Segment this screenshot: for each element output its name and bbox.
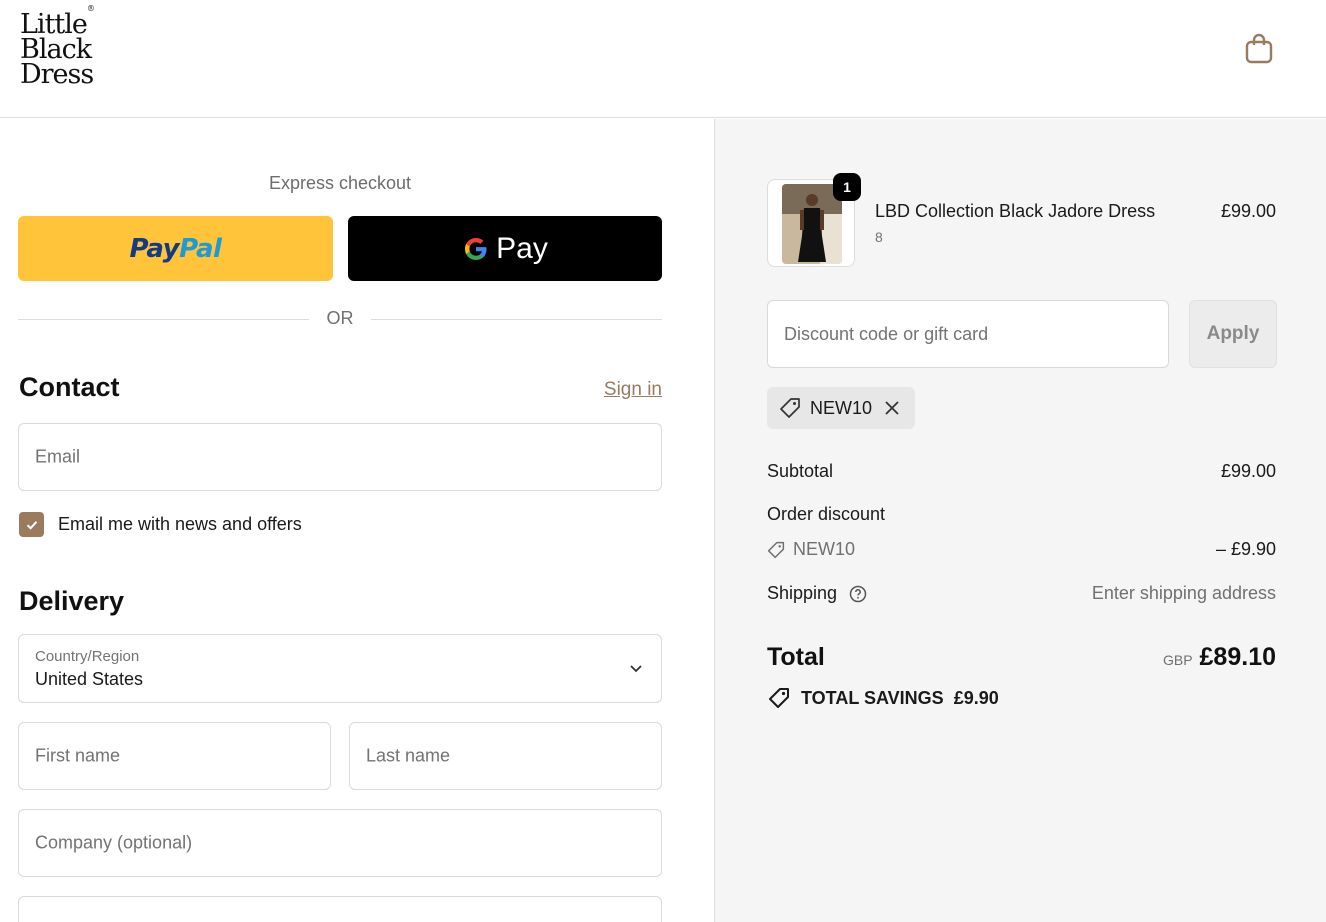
address-field[interactable] <box>18 896 662 922</box>
applied-discount-chip: NEW10 <box>767 387 915 429</box>
divider-line-right <box>371 319 662 320</box>
country-select[interactable]: Country/Region United States <box>18 634 662 703</box>
email-field[interactable]: Email <box>18 423 662 491</box>
discount-code-field[interactable]: Discount code or gift card <box>767 300 1169 368</box>
google-pay-label: Pay <box>496 231 548 265</box>
help-icon[interactable] <box>849 585 867 603</box>
paypal-button[interactable]: PayPal <box>18 216 333 281</box>
contact-heading: Contact <box>19 372 120 402</box>
delivery-heading: Delivery <box>19 586 125 616</box>
newsletter-label: Email me with news and offers <box>58 514 302 534</box>
country-label: Country/Region <box>35 648 140 665</box>
tag-icon <box>780 398 800 418</box>
express-checkout-title: Express checkout <box>268 173 412 193</box>
email-placeholder: Email <box>35 446 81 467</box>
applied-code-label: NEW10 <box>810 398 873 418</box>
order-summary: 1 LBD Collection Black Jadore Dress 8 £9… <box>714 119 1326 922</box>
discount-placeholder: Discount code or gift card <box>784 324 989 344</box>
total-label: Total <box>767 643 825 671</box>
logo-line-3: Dress <box>20 59 94 90</box>
currency-code: GBP <box>1163 652 1193 668</box>
company-placeholder: Company (optional) <box>35 832 193 853</box>
product-variant: 8 <box>875 229 883 245</box>
company-field[interactable]: Company (optional) <box>18 809 662 877</box>
shipping-value: Enter shipping address <box>1091 583 1276 603</box>
product-price: £99.00 <box>1220 201 1276 221</box>
site-header: Little® Black Dress <box>0 0 1326 118</box>
subtotal-value: £99.00 <box>1220 461 1276 481</box>
apply-button[interactable]: Apply <box>1189 300 1277 368</box>
product-name: LBD Collection Black Jadore Dress <box>875 201 1156 221</box>
total-value: £89.10 <box>1199 643 1276 671</box>
or-divider: OR <box>18 307 662 331</box>
google-g-icon <box>465 237 487 260</box>
subtotal-label: Subtotal <box>767 461 834 481</box>
registered-mark: ® <box>86 4 95 13</box>
last-name-field[interactable]: Last name <box>349 722 662 790</box>
savings-label: TOTAL SAVINGS <box>801 687 944 708</box>
checkout-form: Express checkout PayPal Pay OR Contact S… <box>0 119 714 922</box>
paypal-logo: PayPal <box>129 233 222 264</box>
chevron-down-icon <box>630 665 642 673</box>
check-icon <box>26 520 37 530</box>
discount-code-name: NEW10 <box>793 539 856 559</box>
discount-value: – £9.90 <box>1215 539 1276 559</box>
tag-icon <box>767 541 785 559</box>
last-name-placeholder: Last name <box>366 745 451 766</box>
first-name-field[interactable]: First name <box>18 722 331 790</box>
shopping-bag-icon[interactable] <box>1244 33 1274 65</box>
close-icon[interactable] <box>883 399 901 417</box>
newsletter-checkbox[interactable] <box>19 512 44 537</box>
country-value: United States <box>35 669 144 689</box>
logo-line-1: Little® <box>20 4 95 40</box>
store-logo[interactable]: Little® Black Dress <box>20 4 95 90</box>
first-name-placeholder: First name <box>35 745 121 766</box>
sign-in-link[interactable]: Sign in <box>560 379 662 401</box>
total-savings: TOTAL SAVINGS £9.90 <box>767 686 999 710</box>
quantity-badge: 1 <box>833 173 861 201</box>
tag-icon <box>769 688 789 708</box>
savings-value: £9.90 <box>953 687 999 708</box>
order-discount-label: Order discount <box>767 504 886 524</box>
shipping-label: Shipping <box>767 583 838 603</box>
google-pay-button[interactable]: Pay <box>348 216 662 281</box>
